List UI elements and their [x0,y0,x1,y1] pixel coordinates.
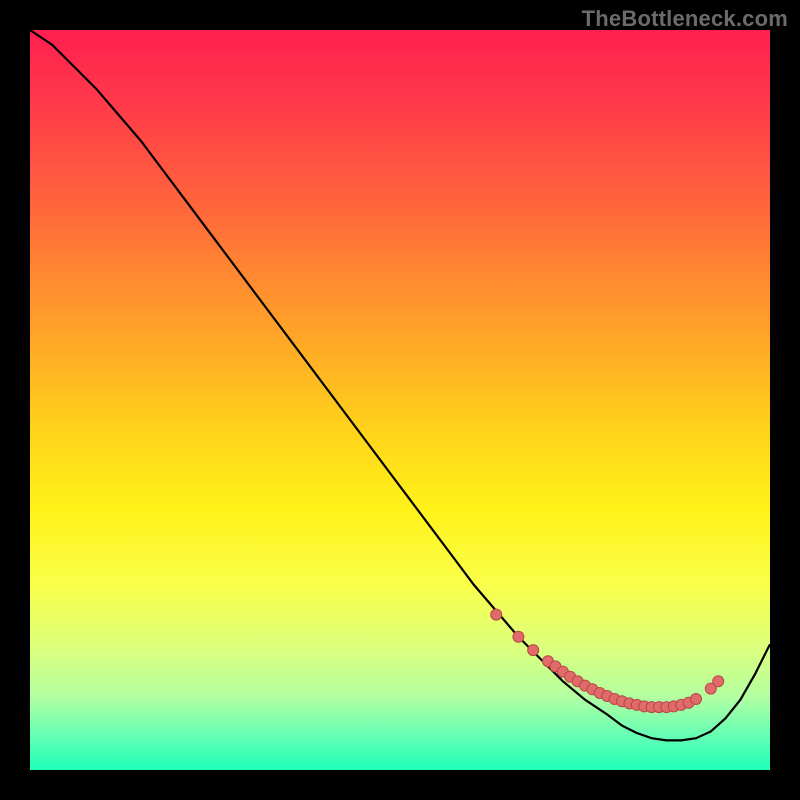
stage: TheBottleneck.com [0,0,800,800]
chart-svg [30,30,770,770]
chart-marker [713,676,724,687]
chart-plot-area [30,30,770,770]
chart-marker [528,645,539,656]
chart-marker [513,631,524,642]
watermark-text: TheBottleneck.com [582,6,788,32]
chart-curve [30,30,770,740]
chart-marker [691,694,702,705]
chart-marker [491,609,502,620]
chart-markers [491,609,724,713]
